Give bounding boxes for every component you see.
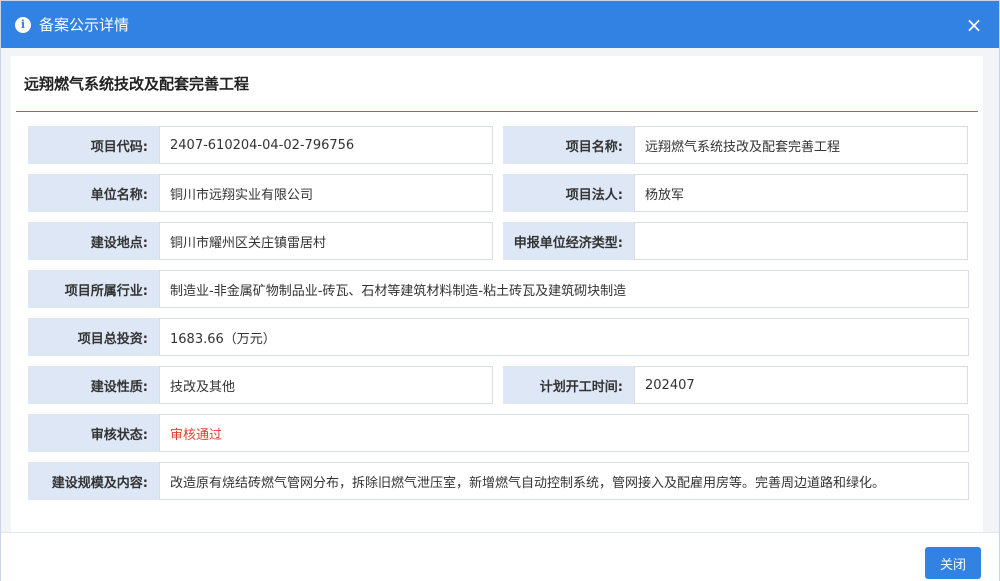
- project-name-value: 远翔燃气系统技改及配套完善工程: [634, 126, 968, 164]
- unit-name-label: 单位名称:: [28, 174, 159, 212]
- dialog-footer: 关闭: [1, 532, 999, 581]
- info-icon: i: [15, 16, 31, 33]
- row-investment: 项目总投资: 1683.66（万元）: [28, 318, 978, 356]
- legal-person-value: 杨放军: [634, 174, 968, 212]
- project-title: 远翔燃气系统技改及配套完善工程: [16, 56, 978, 112]
- dialog-title: 备案公示详情: [39, 16, 130, 34]
- row-status: 审核状态: 审核通过: [28, 414, 978, 452]
- scope-label: 建设规模及内容:: [28, 462, 159, 500]
- close-icon[interactable]: ×: [963, 13, 985, 37]
- investment-value: 1683.66（万元）: [159, 318, 969, 356]
- project-code-value: 2407-610204-04-02-796756: [159, 126, 493, 164]
- nature-label: 建设性质:: [28, 366, 159, 404]
- row-location-type: 建设地点: 铜川市耀州区关庄镇雷居村 申报单位经济类型:: [28, 222, 978, 260]
- dialog-body: 远翔燃气系统技改及配套完善工程 项目代码: 2407-610204-04-02-…: [1, 48, 999, 532]
- start-time-label: 计划开工时间:: [503, 366, 634, 404]
- detail-card: 远翔燃气系统技改及配套完善工程 项目代码: 2407-610204-04-02-…: [11, 56, 983, 532]
- location-label: 建设地点:: [28, 222, 159, 260]
- filing-detail-dialog: i 备案公示详情 × 远翔燃气系统技改及配套完善工程 项目代码: 2407-61…: [0, 0, 1000, 581]
- location-value: 铜川市耀州区关庄镇雷居村: [159, 222, 493, 260]
- investment-label: 项目总投资:: [28, 318, 159, 356]
- scope-value: 改造原有烧结砖燃气管网分布，拆除旧燃气泄压室，新增燃气自动控制系统，管网接入及配…: [159, 462, 969, 500]
- legal-person-label: 项目法人:: [503, 174, 634, 212]
- detail-grid: 项目代码: 2407-610204-04-02-796756 项目名称: 远翔燃…: [16, 112, 978, 500]
- status-value: 审核通过: [159, 414, 969, 452]
- industry-value: 制造业-非金属矿物制品业-砖瓦、石材等建筑材料制造-粘土砖瓦及建筑砌块制造: [159, 270, 969, 308]
- dialog-header: i 备案公示详情 ×: [1, 1, 999, 48]
- economic-type-label: 申报单位经济类型:: [503, 222, 634, 260]
- row-unit-legal: 单位名称: 铜川市远翔实业有限公司 项目法人: 杨放军: [28, 174, 978, 212]
- status-label: 审核状态:: [28, 414, 159, 452]
- row-industry: 项目所属行业: 制造业-非金属矿物制品业-砖瓦、石材等建筑材料制造-粘土砖瓦及建…: [28, 270, 978, 308]
- economic-type-value: [634, 222, 968, 260]
- project-name-label: 项目名称:: [503, 126, 634, 164]
- row-nature-time: 建设性质: 技改及其他 计划开工时间: 202407: [28, 366, 978, 404]
- row-code-name: 项目代码: 2407-610204-04-02-796756 项目名称: 远翔燃…: [28, 126, 978, 164]
- industry-label: 项目所属行业:: [28, 270, 159, 308]
- unit-name-value: 铜川市远翔实业有限公司: [159, 174, 493, 212]
- nature-value: 技改及其他: [159, 366, 493, 404]
- row-scope: 建设规模及内容: 改造原有烧结砖燃气管网分布，拆除旧燃气泄压室，新增燃气自动控制…: [28, 462, 978, 500]
- start-time-value: 202407: [634, 366, 968, 404]
- close-button[interactable]: 关闭: [925, 547, 981, 579]
- project-code-label: 项目代码:: [28, 126, 159, 164]
